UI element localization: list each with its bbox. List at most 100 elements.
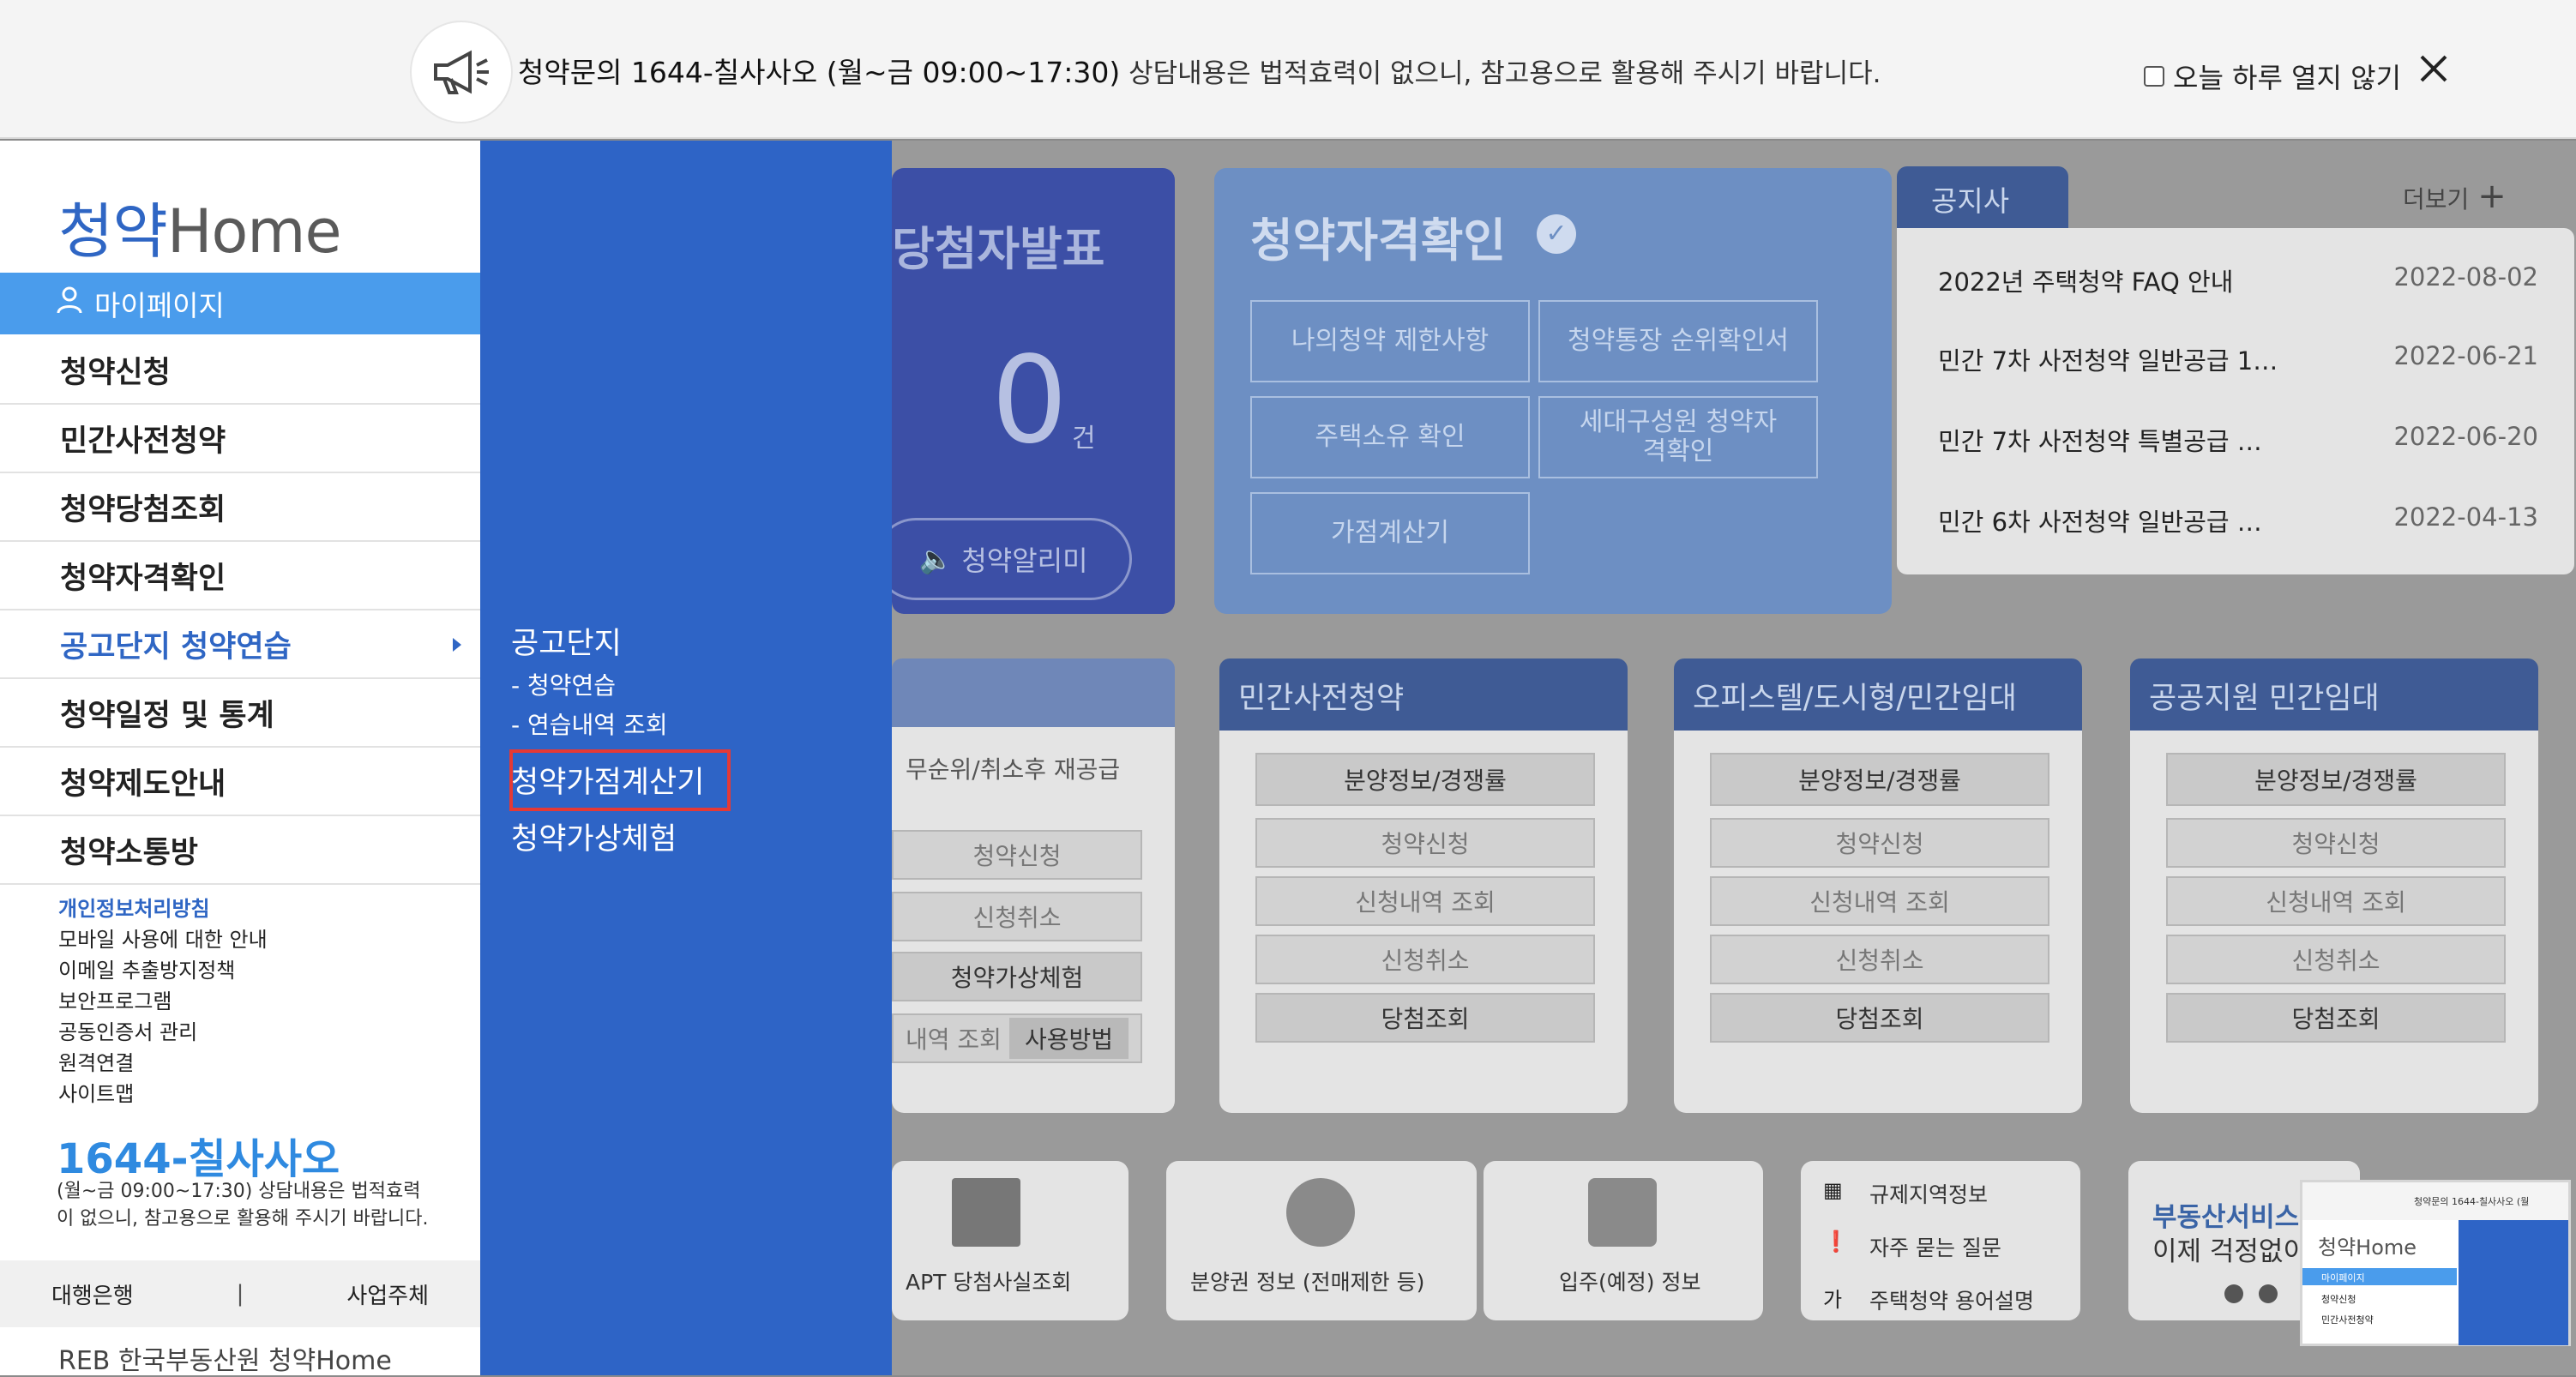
business-link[interactable]: 사업주체	[346, 1278, 429, 1310]
apt-sub: 무순위/취소후 재공급	[906, 755, 1121, 784]
category-title: 공공지원 민간임대	[2130, 658, 2538, 731]
user-icon	[57, 286, 82, 321]
sidebar-item-private-pre[interactable]: 민간사전청약	[0, 405, 480, 473]
category-button[interactable]: 분양정보/경쟁률	[1710, 753, 2049, 806]
notice-disclaimer: 상담내용은 법적효력이 없으니, 참고용으로 활용해 주시기 바랍니다.	[1129, 58, 1881, 89]
category-button[interactable]: 청약신청	[1710, 818, 2049, 868]
category-card-officetel: 오피스텔/도시형/민간임대 분양정보/경쟁률 청약신청 신청내역 조회 신청취소…	[1674, 658, 2082, 1113]
sidebar-item-schedule[interactable]: 청약일정 및 통계	[0, 679, 480, 748]
sidebar: 청약Home 마이페이지 청약신청 민간사전청약 청약당첨조회 청약자격확인 공…	[0, 141, 480, 1376]
chevron-right-icon	[453, 638, 461, 652]
category-button[interactable]: 당첨조회	[1255, 993, 1595, 1043]
sidebar-item-practice[interactable]: 공고단지 청약연습	[0, 610, 480, 679]
category-button[interactable]: 청약신청	[2166, 818, 2506, 868]
qual-button-1[interactable]: 나의청약 제한사항	[1250, 300, 1530, 382]
privacy-link[interactable]: 개인정보처리방침	[58, 893, 268, 924]
qualification-card: 청약자격확인 ✓ 나의청약 제한사항 청약통장 순위확인서 주택소유 확인 세대…	[1214, 168, 1892, 614]
checkbox-box[interactable]	[2144, 66, 2164, 87]
quick-tile-apt[interactable]: APT 당첨사실조회	[892, 1161, 1129, 1320]
divider: |	[236, 1281, 244, 1307]
category-button[interactable]: 당첨조회	[1710, 993, 2049, 1043]
speaker-icon: 🔈	[918, 543, 954, 575]
notice-tab[interactable]: 공지사항	[1897, 166, 2068, 259]
notice-row[interactable]: 2022년 주택청약 FAQ 안내 2022-08-02	[1938, 262, 2538, 298]
qual-button-5[interactable]: 가점계산기	[1250, 492, 1530, 574]
category-button[interactable]: 분양정보/경쟁률	[1255, 753, 1595, 806]
footer-link[interactable]: 모바일 사용에 대한 안내	[58, 924, 268, 955]
winner-card[interactable]: 당첨자발표 0 건 🔈 청약알리미	[875, 168, 1175, 614]
footer-link[interactable]: 사이트맵	[58, 1079, 268, 1109]
submenu-item-history[interactable]: - 연습내역 조회	[511, 707, 667, 741]
qual-button-2[interactable]: 청약통장 순위확인서	[1538, 300, 1818, 382]
category-button[interactable]: 신청내역 조회	[2166, 876, 2506, 926]
category-button[interactable]: 청약신청	[1255, 818, 1595, 868]
submenu-group-title[interactable]: 공고단지	[511, 619, 622, 663]
category-card-private: 민간사전청약 분양정보/경쟁률 청약신청 신청내역 조회 신청취소 당첨조회	[1219, 658, 1628, 1113]
sidebar-item-community[interactable]: 청약소통방	[0, 816, 480, 885]
plus-icon: +	[2477, 177, 2507, 216]
sidebar-item-apply[interactable]: 청약신청	[0, 336, 480, 405]
notice-row-title: 민간 6차 사전청약 일반공급 …	[1938, 508, 2262, 537]
info-link[interactable]: 규제지역정보	[1869, 1178, 1988, 1209]
qual-button-4[interactable]: 세대구성원 청약자격확인	[1538, 396, 1818, 478]
notice-row[interactable]: 민간 6차 사전청약 일반공급 … 2022-04-13	[1938, 502, 2538, 538]
winner-unit: 건	[1072, 424, 1096, 454]
submenu-item-practice[interactable]: - 청약연습	[511, 667, 616, 701]
info-link[interactable]: 자주 묻는 질문	[1869, 1231, 2001, 1262]
sidebar-item-mypage[interactable]: 마이페이지	[0, 273, 480, 334]
phone-number: 1644-칠사사오	[57, 1135, 340, 1183]
alarm-button[interactable]: 🔈 청약알리미	[875, 518, 1132, 600]
site-logo[interactable]: 청약Home	[58, 183, 342, 270]
quick-tile-move-in[interactable]: 입주(예정) 정보	[1484, 1161, 1763, 1320]
sidebar-item-winner-check[interactable]: 청약당첨조회	[0, 473, 480, 542]
category-button[interactable]: 신청내역 조회	[1255, 876, 1595, 926]
building-icon	[952, 1178, 1020, 1247]
qual-button-3[interactable]: 주택소유 확인	[1250, 396, 1530, 478]
howto-button[interactable]: 사용방법	[1008, 1018, 1129, 1059]
history-button[interactable]: 내역 조회	[906, 1021, 1002, 1055]
footer-link[interactable]: 보안프로그램	[58, 986, 268, 1017]
quick-label: 입주(예정) 정보	[1559, 1270, 1701, 1295]
quick-tile-presale[interactable]: 분양권 정보 (전매제한 등)	[1166, 1161, 1477, 1320]
category-button[interactable]: 당첨조회	[2166, 993, 2506, 1043]
apt-apply-button[interactable]: 청약신청	[892, 830, 1142, 880]
category-button[interactable]: 신청취소	[1710, 935, 2049, 984]
category-card-public-rental: 공공지원 민간임대 분양정보/경쟁률 청약신청 신청내역 조회 신청취소 당첨조…	[2130, 658, 2538, 1113]
more-link[interactable]: 더보기 +	[2403, 177, 2507, 216]
sidebar-item-qualification[interactable]: 청약자격확인	[0, 542, 480, 610]
promo-line2: 이제 걱정없이	[2152, 1236, 2308, 1267]
notice-row-date: 2022-06-20	[2393, 422, 2538, 451]
sidebar-item-guide[interactable]: 청약제도안내	[0, 748, 480, 816]
footer-link[interactable]: 공동인증서 관리	[58, 1017, 268, 1048]
category-button[interactable]: 신청취소	[2166, 935, 2506, 984]
preview-thumbnail[interactable]: 청약문의 1644-칠사사오 (월 청약Home 마이페이지 청약신청 민간사전…	[2300, 1180, 2571, 1346]
noshow-today-checkbox[interactable]: 오늘 하루 열지 않기	[2144, 57, 2401, 96]
megaphone-icon	[410, 21, 513, 123]
apt-cancel-button[interactable]: 신청취소	[892, 892, 1142, 941]
noshow-label: 오늘 하루 열지 않기	[2173, 62, 2402, 94]
apt-mini-row: 내역 조회 사용방법	[892, 1013, 1142, 1063]
close-icon[interactable]	[2417, 51, 2451, 86]
footer-link[interactable]: 원격연결	[58, 1048, 268, 1079]
agent-bank-link[interactable]: 대행은행	[51, 1278, 134, 1310]
category-button[interactable]: 신청내역 조회	[1710, 876, 2049, 926]
winner-title: 당첨자발표	[892, 222, 1105, 276]
thumb-item: 청약신청	[2321, 1294, 2356, 1305]
category-button[interactable]: 신청취소	[1255, 935, 1595, 984]
category-button[interactable]: 분양정보/경쟁률	[2166, 753, 2506, 806]
apt-virtual-button[interactable]: 청약가상체험	[892, 952, 1142, 1001]
thumb-notice: 청약문의 1644-칠사사오 (월	[2302, 1182, 2568, 1220]
notice-list: 2022년 주택청약 FAQ 안내 2022-08-02 민간 7차 사전청약 일…	[1897, 228, 2574, 574]
footer-links: 개인정보처리방침 모바일 사용에 대한 안내 이메일 추출방지정책 보안프로그램…	[58, 893, 268, 1109]
carousel-dot[interactable]	[2259, 1284, 2278, 1303]
winner-count: 0	[991, 331, 1068, 471]
info-link[interactable]: 주택청약 용어설명	[1869, 1284, 2034, 1315]
thumb-item: 민간사전청약	[2321, 1314, 2374, 1326]
notice-row-title: 민간 7차 사전청약 특별공급 …	[1938, 427, 2262, 456]
submenu-item-virtual[interactable]: 청약가상체험	[511, 815, 677, 858]
practice-label: 공고단지 청약연습	[60, 629, 292, 664]
carousel-dot[interactable]	[2224, 1284, 2243, 1303]
notice-row[interactable]: 민간 7차 사전청약 일반공급 1… 2022-06-21	[1938, 341, 2538, 377]
footer-link[interactable]: 이메일 추출방지정책	[58, 955, 268, 986]
notice-row[interactable]: 민간 7차 사전청약 특별공급 … 2022-06-20	[1938, 422, 2538, 458]
